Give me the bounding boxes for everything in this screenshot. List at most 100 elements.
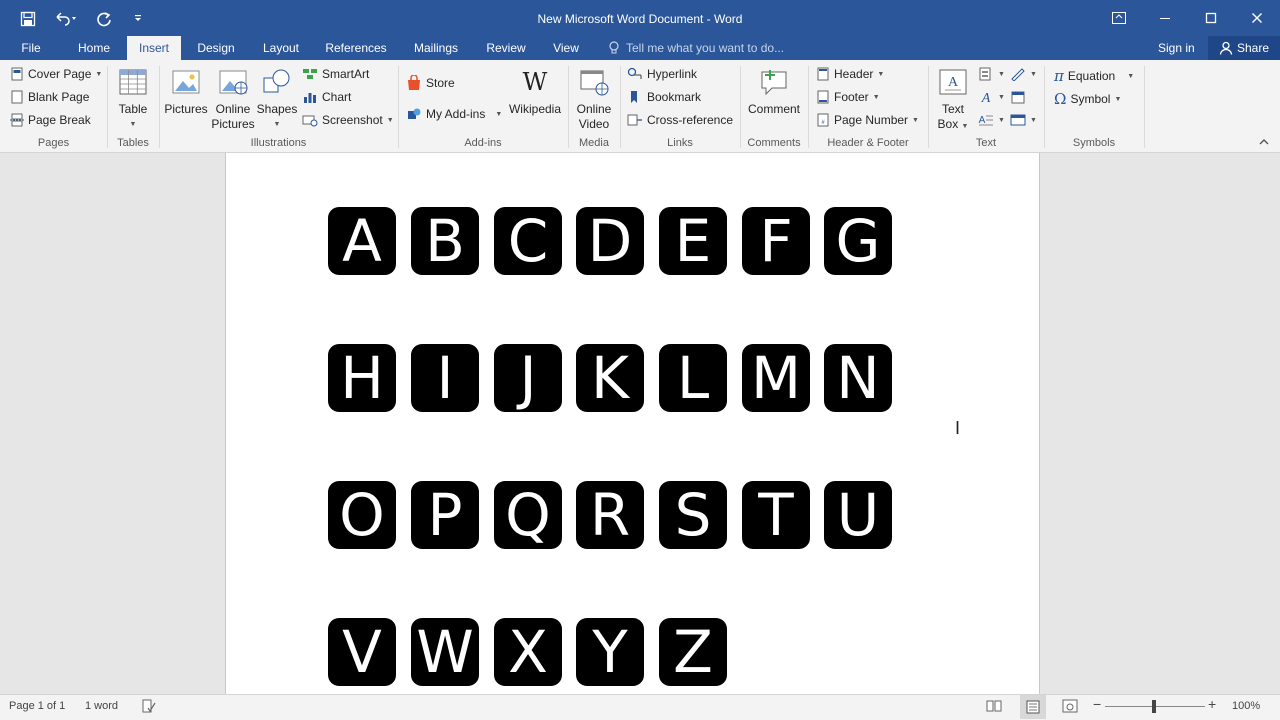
footer-button[interactable]: Footer ▼ (816, 90, 880, 104)
bookmark-button[interactable]: Bookmark (627, 90, 701, 104)
my-addins-icon (408, 108, 421, 119)
screenshot-button[interactable]: Screenshot ▼ (302, 113, 394, 127)
letter-tile[interactable]: K (576, 344, 644, 412)
letter-tile[interactable]: R (576, 481, 644, 549)
read-mode-button[interactable] (986, 699, 1002, 716)
share-button[interactable]: Share (1208, 36, 1280, 60)
tell-me-search[interactable]: Tell me what you want to do... (608, 36, 784, 60)
letter-tile[interactable]: N (824, 344, 892, 412)
letter-tile[interactable]: D (576, 207, 644, 275)
tab-home[interactable]: Home (70, 36, 118, 60)
pictures-button[interactable]: Pictures (163, 66, 209, 117)
tab-references[interactable]: References (320, 36, 392, 60)
page-break-button[interactable]: Page Break (10, 113, 91, 127)
online-pictures-button[interactable]: Online Pictures (210, 66, 256, 132)
zoom-slider-thumb[interactable] (1152, 700, 1156, 713)
ribbon-display-options-button[interactable] (1096, 0, 1142, 36)
drop-cap-button[interactable]: A ▼ (978, 113, 1005, 127)
close-button[interactable] (1234, 0, 1280, 36)
letter-tile[interactable]: V (328, 618, 396, 686)
symbol-button[interactable]: Ω Symbol ▼ (1054, 90, 1121, 108)
chevron-down-icon: ▼ (273, 121, 281, 128)
hyperlink-button[interactable]: Hyperlink (627, 67, 697, 81)
letter-tile[interactable]: G (824, 207, 892, 275)
letter-tile[interactable]: I (411, 344, 479, 412)
letter-tile[interactable]: F (742, 207, 810, 275)
letter-tile[interactable]: X (494, 618, 562, 686)
cover-page-button[interactable]: Cover Page ▼ (10, 67, 102, 81)
tab-file[interactable]: File (12, 36, 50, 60)
letter-tile[interactable]: U (824, 481, 892, 549)
cross-reference-icon (627, 114, 642, 126)
maximize-button[interactable] (1188, 0, 1234, 36)
group-divider (928, 66, 929, 148)
blank-page-button[interactable]: Blank Page (10, 90, 89, 104)
comment-button[interactable]: Comment (744, 66, 804, 117)
web-layout-button[interactable] (1062, 699, 1078, 716)
date-time-button[interactable] (1010, 90, 1026, 104)
smartart-button[interactable]: SmartArt (302, 67, 369, 81)
chevron-down-icon: ▼ (1114, 95, 1122, 103)
letter-tile[interactable]: S (659, 481, 727, 549)
page-number-button[interactable]: # Page Number ▼ (816, 113, 919, 127)
letter-tile[interactable]: W (411, 618, 479, 686)
letter-tile[interactable]: A (328, 207, 396, 275)
word-count[interactable]: 1 word (85, 700, 118, 712)
tab-insert[interactable]: Insert (127, 36, 181, 60)
tab-layout[interactable]: Layout (254, 36, 308, 60)
online-pictures-icon (219, 70, 248, 95)
wordart-button[interactable]: A ▼ (978, 90, 1005, 104)
letter-tile[interactable]: L (659, 344, 727, 412)
minimize-button[interactable] (1142, 0, 1188, 36)
tab-design[interactable]: Design (190, 36, 242, 60)
sign-in-link[interactable]: Sign in (1158, 36, 1195, 60)
header-button[interactable]: Header ▼ (816, 67, 884, 81)
quick-parts-button[interactable]: ▼ (978, 67, 1005, 81)
letter-tile[interactable]: Q (494, 481, 562, 549)
letter-tile[interactable]: E (659, 207, 727, 275)
letter-tile[interactable]: P (411, 481, 479, 549)
shapes-button[interactable]: Shapes ▼ (256, 66, 298, 132)
cross-reference-button[interactable]: Cross-reference (627, 113, 733, 127)
letter-tile[interactable]: J (494, 344, 562, 412)
letter-tile[interactable]: Y (576, 618, 644, 686)
omega-icon: Ω (1054, 90, 1067, 108)
letter-tile[interactable]: B (411, 207, 479, 275)
text-box-button[interactable]: A Text Box ▼ (933, 66, 973, 134)
wikipedia-button[interactable]: W Wikipedia (506, 66, 564, 117)
signature-line-button[interactable]: ▼ (1010, 67, 1037, 81)
object-button[interactable]: ▼ (1010, 113, 1037, 127)
table-button[interactable]: Table ▼ (113, 66, 153, 132)
store-button[interactable]: Store (406, 75, 455, 91)
document-page[interactable]: A B C D E F G H I J K L M N O P Q R S T … (225, 153, 1040, 694)
my-addins-button[interactable]: My Add-ins ▼ (406, 106, 502, 122)
online-video-button[interactable]: Online Video (571, 66, 617, 132)
letter-tile[interactable]: Z (659, 618, 727, 686)
text-box-label-1: Text (941, 102, 964, 116)
collapse-ribbon-button[interactable] (1258, 138, 1270, 149)
equation-button[interactable]: π Equation ▼ (1054, 67, 1134, 85)
chart-button[interactable]: Chart (302, 90, 351, 104)
online-pictures-label-1: Online (215, 102, 251, 116)
wikipedia-label: Wikipedia (508, 102, 562, 116)
page-number-icon: # (817, 113, 829, 127)
tab-view[interactable]: View (546, 36, 586, 60)
letter-tile[interactable]: O (328, 481, 396, 549)
letter-tile[interactable]: H (328, 344, 396, 412)
print-layout-button[interactable] (1020, 695, 1046, 719)
zoom-out-button[interactable]: − (1093, 696, 1101, 712)
tab-mailings[interactable]: Mailings (404, 36, 468, 60)
chart-label: Chart (322, 90, 352, 104)
group-label-pages: Pages (37, 137, 70, 149)
page-count[interactable]: Page 1 of 1 (9, 700, 65, 712)
zoom-in-button[interactable]: + (1208, 696, 1216, 712)
zoom-level[interactable]: 100% (1232, 700, 1260, 712)
chevron-up-icon (1259, 139, 1269, 145)
proofing-button[interactable] (140, 699, 156, 716)
page-break-icon (10, 113, 24, 127)
letter-tile[interactable]: T (742, 481, 810, 549)
letter-tile[interactable]: C (494, 207, 562, 275)
comment-icon (761, 70, 787, 96)
tab-review[interactable]: Review (481, 36, 531, 60)
letter-tile[interactable]: M (742, 344, 810, 412)
